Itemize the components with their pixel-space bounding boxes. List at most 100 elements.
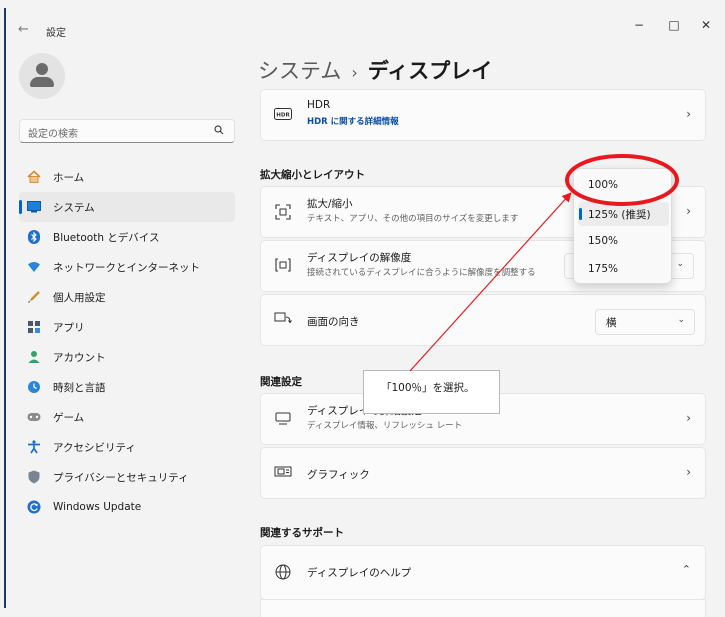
sidebar-item-time-language[interactable]: 時刻と言語: [19, 372, 235, 402]
sidebar-item-label: 個人用設定: [53, 291, 106, 304]
gamepad-icon: [27, 410, 41, 424]
sidebar-item-label: ホーム: [53, 171, 85, 184]
sidebar-item-network[interactable]: ネットワークとインターネット: [19, 252, 235, 282]
scale-option-125[interactable]: 125% (推奨): [578, 202, 669, 226]
scale-option-100[interactable]: 100%: [578, 174, 669, 198]
sidebar-item-label: システム: [53, 201, 95, 214]
sidebar-item-label: アクセシビリティ: [53, 441, 136, 454]
avatar-body: [30, 77, 54, 87]
chevron-up-icon[interactable]: ⌃: [682, 563, 691, 576]
advanced-display-subtitle: ディスプレイ情報、リフレッシュ レート: [307, 421, 463, 431]
network-icon: [27, 260, 41, 274]
scale-option-150[interactable]: 150%: [578, 230, 669, 254]
scale-layout-heading: 拡大縮小とレイアウト: [260, 169, 365, 181]
sidebar-item-home[interactable]: ホーム: [19, 162, 235, 192]
sidebar-item-accessibility[interactable]: アクセシビリティ: [19, 432, 235, 462]
title-bar: ← 設定 − □ ✕: [6, 8, 725, 48]
orientation-title: 画面の向き: [307, 316, 360, 328]
sidebar-item-personalization[interactable]: 個人用設定: [19, 282, 235, 312]
sidebar-item-windows-update[interactable]: Windows Update: [19, 492, 235, 522]
sidebar-item-label: Bluetooth とデバイス: [53, 231, 160, 244]
sidebar-item-gaming[interactable]: ゲーム: [19, 402, 235, 432]
sidebar-item-bluetooth[interactable]: Bluetooth とデバイス: [19, 222, 235, 252]
scale-subtitle: テキスト、アプリ、その他の項目のサイズを変更します: [307, 214, 519, 224]
help-card-expanded: [260, 599, 706, 617]
graphics-card[interactable]: グラフィック ›: [260, 447, 706, 499]
apps-icon: [27, 320, 41, 334]
scale-option-label: 125% (推奨): [588, 209, 651, 221]
orientation-value: 横: [606, 317, 617, 329]
update-icon: [27, 500, 41, 514]
sidebar-nav: ホーム システム Bluetooth とデバイス ネットワークとインターネット: [19, 162, 235, 522]
resolution-subtitle: 接続されているディスプレイに合うように解像度を調整する: [307, 268, 536, 278]
sidebar-item-label: アカウント: [53, 351, 106, 364]
chevron-right-icon: ›: [686, 204, 691, 218]
settings-window: ← 設定 − □ ✕ 設定の検索 ホーム システム Bluetooth とデバイ…: [0, 0, 725, 617]
sidebar-item-accounts[interactable]: アカウント: [19, 342, 235, 372]
sidebar-item-label: Windows Update: [53, 501, 142, 513]
sidebar-item-apps[interactable]: アプリ: [19, 312, 235, 342]
chevron-right-icon: ›: [686, 465, 691, 479]
orientation-card[interactable]: 画面の向き 横 ⌄: [260, 294, 706, 346]
search-icon: [214, 125, 224, 138]
shield-icon: [27, 470, 41, 484]
related-support-heading: 関連するサポート: [260, 527, 344, 539]
hdr-title: HDR: [307, 99, 331, 111]
graphics-card-icon: [274, 466, 292, 482]
sidebar-item-label: ネットワークとインターネット: [53, 261, 200, 274]
active-indicator: [19, 200, 22, 214]
sidebar-item-label: アプリ: [53, 321, 85, 334]
breadcrumb-separator: ›: [351, 63, 358, 82]
minimize-button[interactable]: −: [629, 18, 649, 32]
hdr-card[interactable]: HDR HDR HDR に関する詳細情報 ›: [260, 89, 706, 141]
chevron-down-icon: ⌄: [677, 315, 685, 325]
graphics-title: グラフィック: [307, 469, 370, 481]
scale-title: 拡大/縮小: [307, 198, 353, 210]
bluetooth-icon: [27, 230, 41, 244]
avatar-head: [36, 63, 48, 75]
sidebar-item-system[interactable]: システム: [19, 192, 235, 222]
avatar[interactable]: [19, 53, 65, 99]
scale-option-label: 150%: [588, 235, 619, 247]
window-title: 設定: [46, 28, 66, 39]
search-placeholder: 設定の検索: [28, 129, 78, 140]
resolution-icon: [274, 258, 292, 274]
sidebar-item-label: ゲーム: [53, 411, 85, 424]
sidebar-item-label: 時刻と言語: [53, 381, 106, 394]
brush-icon: [27, 290, 41, 304]
home-icon: [27, 170, 41, 184]
sidebar-item-label: プライバシーとセキュリティ: [53, 471, 189, 484]
display-help-title: ディスプレイのヘルプ: [307, 567, 412, 579]
hdr-icon: HDR: [274, 108, 292, 124]
orientation-select[interactable]: 横 ⌄: [595, 309, 695, 335]
scale-option-label: 175%: [588, 263, 619, 275]
display-help-card[interactable]: ディスプレイのヘルプ ⌃: [260, 545, 706, 600]
clock-icon: [27, 380, 41, 394]
account-icon: [27, 350, 41, 364]
chevron-down-icon: ⌄: [676, 259, 684, 269]
close-button[interactable]: ✕: [696, 18, 716, 32]
scale-dropdown[interactable]: 100% 125% (推奨) 150% 175%: [573, 168, 672, 284]
sidebar-item-privacy[interactable]: プライバシーとセキュリティ: [19, 462, 235, 492]
search-input[interactable]: 設定の検索: [19, 119, 235, 143]
page-title: ディスプレイ: [367, 59, 493, 83]
system-icon: [27, 200, 41, 214]
hdr-info-link[interactable]: HDR に関する詳細情報: [307, 115, 399, 127]
scale-option-175[interactable]: 175%: [578, 258, 669, 282]
annotation-callout: 「100％」を選択。: [363, 370, 500, 414]
monitor-icon: [274, 412, 292, 428]
related-settings-heading: 関連設定: [260, 376, 302, 388]
annotation-text: 「100％」を選択。: [381, 382, 475, 394]
maximize-button[interactable]: □: [664, 18, 684, 32]
scale-option-label: 100%: [588, 179, 619, 191]
breadcrumb: システム › ディスプレイ: [258, 55, 492, 85]
breadcrumb-parent[interactable]: システム: [258, 59, 341, 83]
scale-icon: [274, 204, 292, 220]
selected-indicator: [579, 208, 582, 220]
orientation-icon: [274, 312, 292, 328]
chevron-right-icon: ›: [686, 411, 691, 425]
globe-icon: [274, 564, 292, 580]
window-left-border: [4, 8, 6, 608]
accessibility-icon: [27, 440, 41, 454]
back-button[interactable]: ←: [18, 22, 29, 37]
